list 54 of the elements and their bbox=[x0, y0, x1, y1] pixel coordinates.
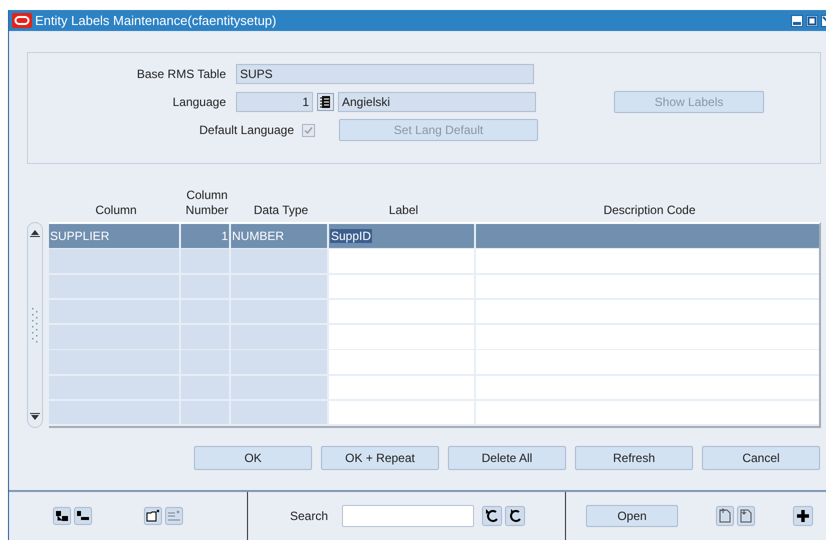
close-icon[interactable] bbox=[821, 14, 826, 26]
action-button[interactable]: Delete All bbox=[448, 446, 566, 470]
document-down-icon[interactable] bbox=[737, 506, 755, 526]
table-cell[interactable] bbox=[476, 325, 819, 349]
table-cell[interactable] bbox=[476, 300, 819, 324]
table-cell[interactable] bbox=[49, 400, 179, 424]
table-cell[interactable] bbox=[476, 400, 819, 424]
language-code-field[interactable]: 1 bbox=[236, 92, 313, 112]
scroll-down-icon[interactable] bbox=[30, 413, 40, 421]
action-button[interactable]: OK bbox=[194, 446, 312, 470]
search-label: Search bbox=[290, 509, 328, 523]
minimize-icon[interactable] bbox=[791, 14, 803, 26]
scroll-up-icon[interactable] bbox=[30, 229, 40, 237]
table-cell[interactable]: SuppID bbox=[329, 224, 474, 248]
table-cell[interactable] bbox=[476, 249, 819, 273]
grip-icon bbox=[30, 307, 40, 343]
column-header: Column Number bbox=[184, 188, 230, 218]
collapse-tree-icon[interactable] bbox=[74, 507, 92, 525]
oval-logo-icon bbox=[12, 13, 32, 28]
column-header: Description Code bbox=[602, 203, 697, 218]
list-icon[interactable] bbox=[317, 93, 334, 111]
table-cell[interactable] bbox=[476, 376, 819, 400]
table-cell[interactable] bbox=[329, 400, 474, 424]
search-back-icon[interactable] bbox=[482, 506, 502, 526]
table-cell[interactable] bbox=[476, 224, 819, 248]
search-field[interactable] bbox=[342, 505, 474, 527]
open-button[interactable]: Open bbox=[586, 505, 678, 527]
add-icon[interactable] bbox=[793, 506, 813, 526]
new-folder-icon[interactable] bbox=[144, 507, 162, 525]
field-label: Base RMS Table bbox=[136, 67, 227, 81]
table-cell[interactable] bbox=[329, 249, 474, 273]
table-cell[interactable] bbox=[476, 350, 819, 374]
action-button[interactable]: Refresh bbox=[575, 446, 693, 470]
scrollbar[interactable] bbox=[27, 222, 43, 428]
column-header: Data Type bbox=[252, 203, 310, 218]
expand-tree-icon[interactable] bbox=[53, 507, 71, 525]
table-cell[interactable] bbox=[181, 249, 229, 273]
document-up-icon[interactable] bbox=[716, 506, 734, 526]
table-cell[interactable] bbox=[181, 400, 229, 424]
table-field[interactable]: SUPS bbox=[236, 64, 534, 84]
action-button[interactable]: OK + Repeat bbox=[321, 446, 439, 470]
table-cell[interactable] bbox=[231, 400, 327, 424]
field-label: Language bbox=[172, 95, 227, 109]
search-forward-icon[interactable] bbox=[505, 506, 526, 526]
table-cell[interactable] bbox=[231, 249, 327, 273]
column-header: Label bbox=[388, 203, 420, 218]
table-cell[interactable] bbox=[476, 274, 819, 298]
table-cell[interactable] bbox=[49, 249, 179, 273]
checkbox-label: Default Language bbox=[198, 123, 295, 137]
language-name-field: Angielski bbox=[338, 92, 536, 112]
action-button[interactable]: Cancel bbox=[702, 446, 820, 470]
column-header: Column bbox=[94, 203, 138, 218]
window-title: Entity Labels Maintenance(cfaentitysetup) bbox=[35, 13, 278, 28]
maximize-icon[interactable] bbox=[806, 14, 818, 26]
